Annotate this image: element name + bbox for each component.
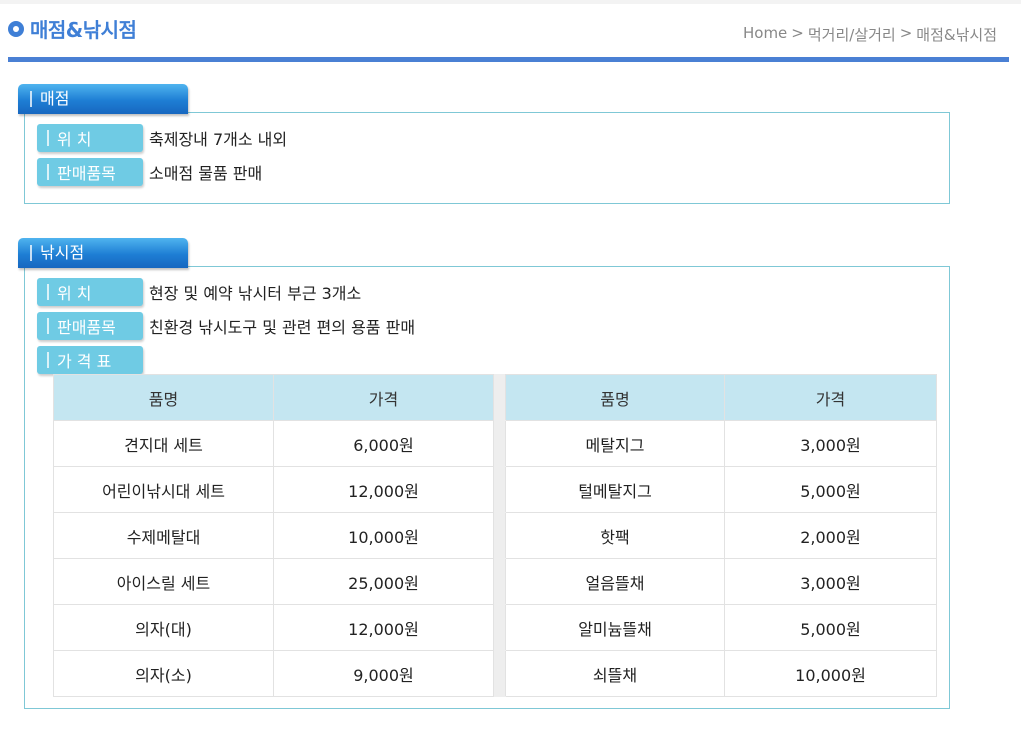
label-divider (47, 352, 49, 368)
breadcrumb-separator: > (791, 24, 804, 42)
item-price-cell: 3,000원 (724, 420, 937, 467)
info-label-text: 가 격 표 (57, 352, 112, 371)
item-name-cell: 견지대 세트 (53, 420, 274, 467)
circle-bullet-icon (8, 20, 24, 37)
info-value: 소매점 물품 판매 (149, 164, 263, 183)
table-row: 의자(소) 9,000원 쇠뜰채 10,000원 (53, 650, 937, 697)
info-label-text: 판매품목 (57, 318, 116, 337)
breadcrumb: Home > 먹거리/살거리 > 매점&낚시점 (743, 24, 997, 45)
section-box-fishing: 위 치 현장 및 예약 낚시터 부근 3개소 판매품목 친환경 낚시도구 및 관… (24, 266, 950, 709)
item-name-cell: 메탈지그 (505, 420, 725, 467)
breadcrumb-current: 매점&낚시점 (916, 26, 997, 44)
item-name-cell: 수제메탈대 (53, 512, 274, 559)
item-price-cell: 3,000원 (724, 558, 937, 605)
info-label: 위 치 (37, 124, 143, 152)
info-row-items: 판매품목 소매점 물품 판매 (37, 158, 262, 186)
label-divider (47, 164, 49, 180)
item-price-cell: 10,000원 (724, 650, 937, 697)
info-value: 현장 및 예약 낚시터 부근 3개소 (149, 284, 362, 303)
column-gap (493, 558, 506, 605)
item-name-cell: 의자(대) (53, 604, 274, 651)
price-table: 품명 가격 품명 가격 견지대 세트 6,000원 메탈지그 3,000원 어린이낚시대… (53, 374, 937, 697)
item-name-cell: 쇠뜰채 (505, 650, 725, 697)
item-price-cell: 6,000원 (273, 420, 494, 467)
column-gap (493, 650, 506, 697)
info-label-text: 위 치 (57, 130, 92, 149)
column-gap (493, 604, 506, 651)
label-divider (47, 318, 49, 334)
item-price-cell: 2,000원 (724, 512, 937, 559)
info-row-location: 위 치 현장 및 예약 낚시터 부근 3개소 (37, 278, 361, 306)
item-price-cell: 25,000원 (273, 558, 494, 605)
item-price-cell: 12,000원 (273, 604, 494, 651)
info-value: 축제장내 7개소 내외 (149, 130, 288, 149)
column-header-item: 품명 (53, 374, 274, 421)
info-row-price-list: 가 격 표 (37, 346, 143, 374)
info-label-text: 위 치 (57, 284, 92, 303)
item-name-cell: 얼음뜰채 (505, 558, 725, 605)
title-underline (8, 57, 1009, 62)
table-row: 견지대 세트 6,000원 메탈지그 3,000원 (53, 420, 937, 467)
column-header-price: 가격 (724, 374, 937, 421)
item-name-cell: 알미늄뜰채 (505, 604, 725, 651)
breadcrumb-separator: > (899, 24, 913, 42)
table-row: 수제메탈대 10,000원 핫팩 2,000원 (53, 512, 937, 559)
table-row: 아이스릴 세트 25,000원 얼음뜰채 3,000원 (53, 558, 937, 605)
column-gap (493, 374, 506, 421)
item-name-cell: 핫팩 (505, 512, 725, 559)
info-value: 친환경 낚시도구 및 관련 편의 용품 판매 (149, 318, 416, 337)
section-tab-label: 매점 (40, 89, 70, 108)
tab-divider (30, 91, 32, 107)
page-title-text: 매점&낚시점 (30, 18, 137, 42)
info-row-items: 판매품목 친환경 낚시도구 및 관련 편의 용품 판매 (37, 312, 415, 340)
section-tab-label: 낚시점 (40, 243, 85, 262)
column-gap (493, 512, 506, 559)
item-name-cell: 어린이낚시대 세트 (53, 466, 274, 513)
breadcrumb-category[interactable]: 먹거리/살거리 (808, 24, 896, 45)
info-label: 판매품목 (37, 158, 143, 186)
page-title: 매점&낚시점 (8, 14, 137, 43)
label-divider (47, 130, 49, 146)
top-strip (0, 0, 1021, 4)
item-price-cell: 5,000원 (724, 466, 937, 513)
item-price-cell: 5,000원 (724, 604, 937, 651)
item-name-cell: 아이스릴 세트 (53, 558, 274, 605)
item-price-cell: 9,000원 (273, 650, 494, 697)
info-label: 가 격 표 (37, 346, 143, 374)
section-tab-fishing: 낚시점 (18, 238, 188, 268)
tab-divider (30, 245, 32, 261)
info-label: 위 치 (37, 278, 143, 306)
price-table-header-row: 품명 가격 품명 가격 (53, 374, 937, 421)
item-name-cell: 의자(소) (53, 650, 274, 697)
column-header-price: 가격 (273, 374, 494, 421)
table-row: 어린이낚시대 세트 12,000원 털메탈지그 5,000원 (53, 466, 937, 513)
breadcrumb-home[interactable]: Home (743, 24, 787, 45)
label-divider (47, 284, 49, 300)
item-price-cell: 12,000원 (273, 466, 494, 513)
table-row: 의자(대) 12,000원 알미늄뜰채 5,000원 (53, 604, 937, 651)
info-label-text: 판매품목 (57, 164, 116, 183)
item-name-cell: 털메탈지그 (505, 466, 725, 513)
info-label: 판매품목 (37, 312, 143, 340)
column-gap (493, 466, 506, 513)
column-gap (493, 420, 506, 467)
info-row-location: 위 치 축제장내 7개소 내외 (37, 124, 287, 152)
section-box-store: 위 치 축제장내 7개소 내외 판매품목 소매점 물품 판매 (24, 112, 950, 204)
item-price-cell: 10,000원 (273, 512, 494, 559)
column-header-item: 품명 (505, 374, 725, 421)
section-tab-store: 매점 (18, 84, 188, 114)
